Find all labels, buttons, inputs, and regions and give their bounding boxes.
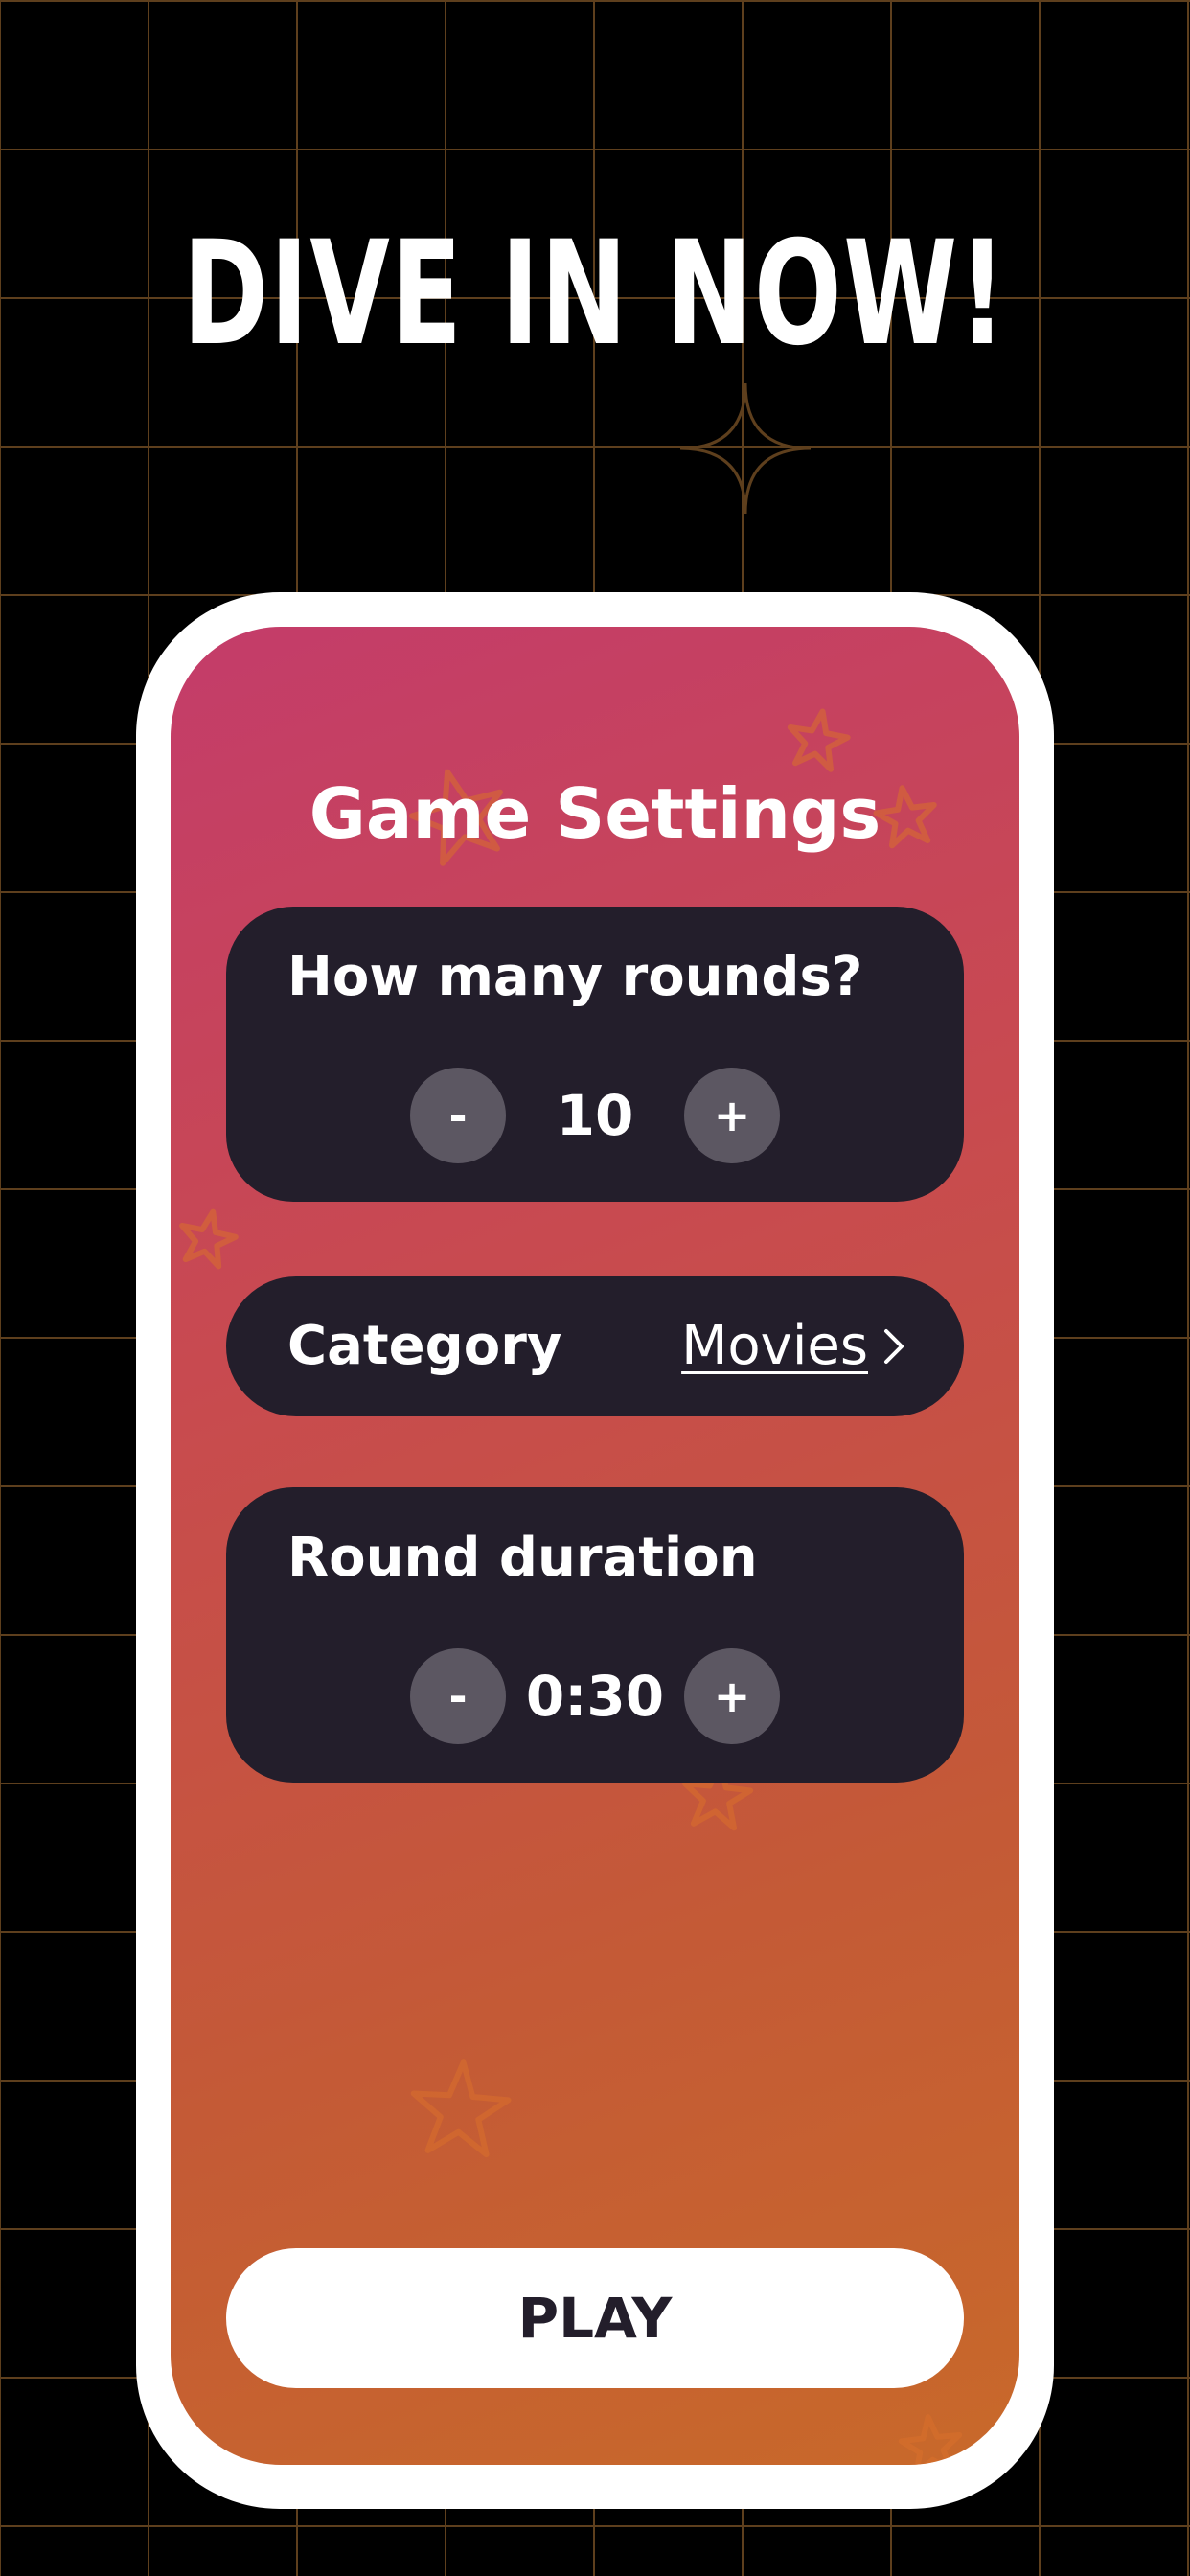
duration-card: Round duration - 0:30 + — [226, 1487, 964, 1782]
category-selector[interactable]: Movies — [681, 1310, 906, 1383]
star-icon — [898, 2414, 963, 2465]
rounds-decrease-button[interactable]: - — [410, 1068, 506, 1163]
headline: DIVE IN NOW! — [182, 211, 1008, 378]
rounds-card: How many rounds? - 10 + — [226, 907, 964, 1202]
rounds-stepper: - 10 + — [226, 1068, 964, 1163]
duration-increase-button[interactable]: + — [684, 1648, 780, 1744]
chevron-right-icon[interactable] — [881, 1327, 906, 1366]
star-icon — [410, 2059, 512, 2158]
game-settings-screen: Game Settings How many rounds? - 10 + Ca… — [171, 627, 1019, 2465]
duration-value: 0:30 — [525, 1664, 665, 1729]
screen-title: Game Settings — [309, 773, 881, 854]
duration-decrease-button[interactable]: - — [410, 1648, 506, 1744]
star-icon — [787, 708, 851, 772]
rounds-increase-button[interactable]: + — [684, 1068, 780, 1163]
category-label: Category — [287, 1315, 562, 1377]
duration-stepper: - 0:30 + — [226, 1648, 964, 1744]
category-card[interactable]: Category Movies — [226, 1276, 964, 1416]
rounds-label: How many rounds? — [287, 946, 863, 1008]
phone-frame: Game Settings How many rounds? - 10 + Ca… — [136, 592, 1054, 2509]
duration-label: Round duration — [287, 1527, 758, 1589]
star-icon — [179, 1208, 239, 1270]
rounds-value: 10 — [556, 1083, 634, 1148]
category-value[interactable]: Movies — [681, 1315, 868, 1377]
play-button[interactable]: PLAY — [226, 2248, 964, 2388]
sparkle-icon — [679, 382, 812, 515]
